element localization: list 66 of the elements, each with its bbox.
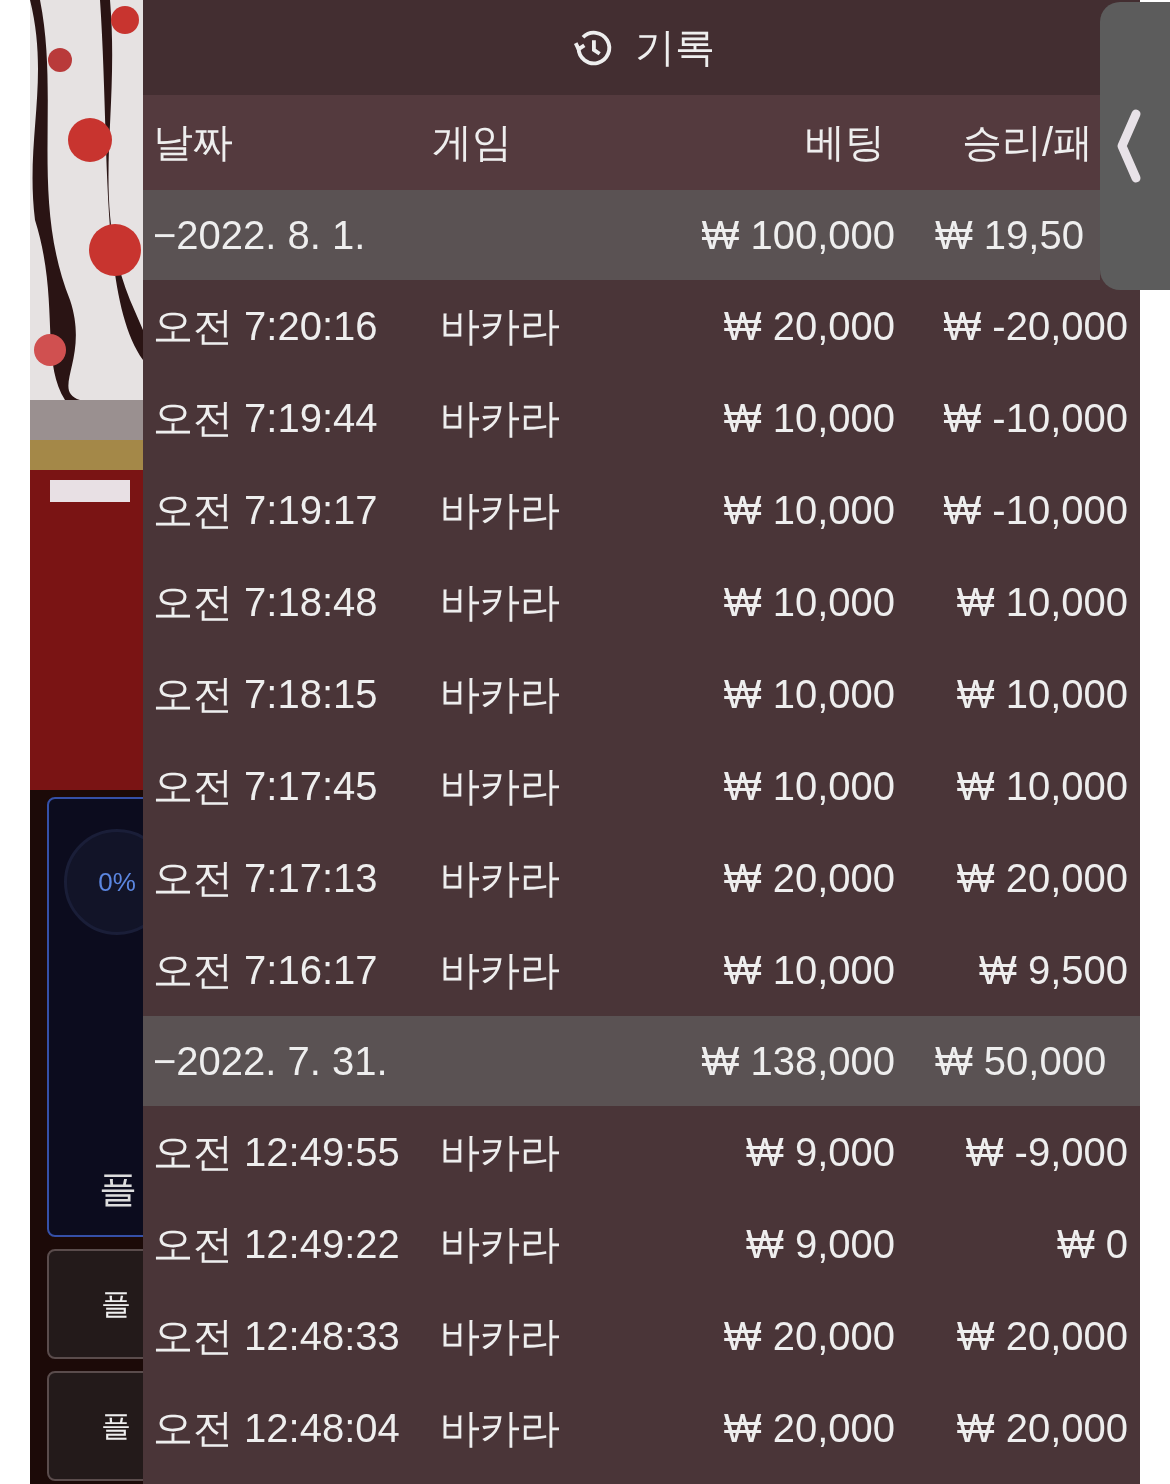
game-cell-text: 바카라 <box>440 946 561 994</box>
game-cell-text: 바카라 <box>440 762 561 810</box>
game-cell-text: 바카라 <box>440 670 561 718</box>
bet-option-button[interactable]: 플 <box>47 1371 143 1481</box>
bet-cell-text: ₩ 10,000 <box>722 947 895 993</box>
bet-cell-text: ₩ 20,000 <box>722 855 895 901</box>
game-cell-text: 바카라 <box>440 394 561 442</box>
bet-cell-text: ₩ 20,000 <box>722 303 895 349</box>
progress-label: 0% <box>98 866 136 898</box>
bet-cell-text: ₩ 20,000 <box>722 1313 895 1359</box>
date-group-row[interactable]: −2022. 7. 31. ₩ 138,000 ₩ 50,000 <box>143 1016 1140 1106</box>
result-cell-text: ₩ -9,000 <box>964 1129 1128 1175</box>
group-bet-total: ₩ 100,000 <box>700 212 895 258</box>
time-cell-text: 오전 12:48:33 <box>153 1312 401 1360</box>
bet-cell-text: ₩ 10,000 <box>722 395 895 441</box>
result-cell-text: ₩ 0 <box>1055 1221 1128 1267</box>
bet-cell-text: ₩ 9,000 <box>745 1129 895 1175</box>
bet-cell-text: ₩ 9,000 <box>745 1221 895 1267</box>
result-cell-text: ₩ 9,500 <box>978 947 1128 993</box>
group-result-total: ₩ 19,50 <box>934 212 1085 258</box>
bet-option-button[interactable]: 플 <box>47 1249 143 1359</box>
result-cell-text: ₩ 10,000 <box>955 579 1128 625</box>
game-cell-text: 바카라 <box>440 302 561 350</box>
bet-label: 플 <box>99 1167 138 1212</box>
column-header: 베팅 <box>804 119 886 166</box>
time-cell-text: 오전 12:48:04 <box>153 1404 401 1452</box>
date-group-row[interactable]: −2022. 8. 1. ₩ 100,000 ₩ 19,50 <box>143 190 1100 280</box>
bet-cell-text: ₩ 10,000 <box>722 487 895 533</box>
result-cell-text: ₩ 20,000 <box>955 1313 1128 1359</box>
group-result-total: ₩ 50,000 <box>934 1038 1108 1084</box>
result-cell-text: ₩ 20,000 <box>955 855 1128 901</box>
column-header: 게임 <box>432 119 513 166</box>
time-cell-text: 오전 12:49:22 <box>153 1220 401 1268</box>
game-cell-text: 바카라 <box>440 1404 561 1452</box>
game-cell-text: 바카라 <box>440 1220 561 1268</box>
group-date: −2022. 7. 31. <box>153 1038 389 1084</box>
bet-cell-text: ₩ 10,000 <box>722 671 895 717</box>
time-cell-text: 오전 7:18:15 <box>153 670 379 718</box>
group-bet-total: ₩ 138,000 <box>700 1038 895 1084</box>
panel-title: 기록 <box>634 24 715 71</box>
game-cell-text: 바카라 <box>440 486 561 534</box>
column-header: 승리/패 <box>961 119 1095 166</box>
game-cell-text: 바카라 <box>440 1128 561 1176</box>
time-cell-text: 오전 12:49:55 <box>153 1128 401 1176</box>
time-cell-text: 오전 7:19:44 <box>153 394 379 442</box>
game-cell-text: 바카라 <box>440 854 561 902</box>
time-cell-text: 오전 7:20:16 <box>153 302 379 350</box>
bet-cell-text: ₩ 10,000 <box>722 579 895 625</box>
column-header: 날짜 <box>153 119 234 166</box>
result-cell-text: ₩ 10,000 <box>955 671 1128 717</box>
bet-cell-text: ₩ 10,000 <box>722 763 895 809</box>
time-cell-text: 오전 7:16:17 <box>153 946 379 994</box>
result-cell-text: ₩ -10,000 <box>942 487 1128 533</box>
result-cell-text: ₩ 10,000 <box>955 763 1128 809</box>
time-cell-text: 오전 7:17:45 <box>153 762 379 810</box>
game-cell-text: 바카라 <box>440 578 561 626</box>
time-cell-text: 오전 7:18:48 <box>153 578 379 626</box>
result-cell-text: ₩ 20,000 <box>955 1405 1128 1451</box>
time-cell-text: 오전 7:19:17 <box>153 486 379 534</box>
result-cell-text: ₩ -10,000 <box>942 395 1128 441</box>
time-cell-text: 오전 7:17:13 <box>153 854 379 902</box>
group-date: −2022. 8. 1. <box>153 212 367 258</box>
side-tab[interactable] <box>1100 2 1170 290</box>
bet-cell-text: ₩ 20,000 <box>722 1405 895 1451</box>
result-cell-text: ₩ -20,000 <box>942 303 1128 349</box>
game-cell-text: 바카라 <box>440 1312 561 1360</box>
